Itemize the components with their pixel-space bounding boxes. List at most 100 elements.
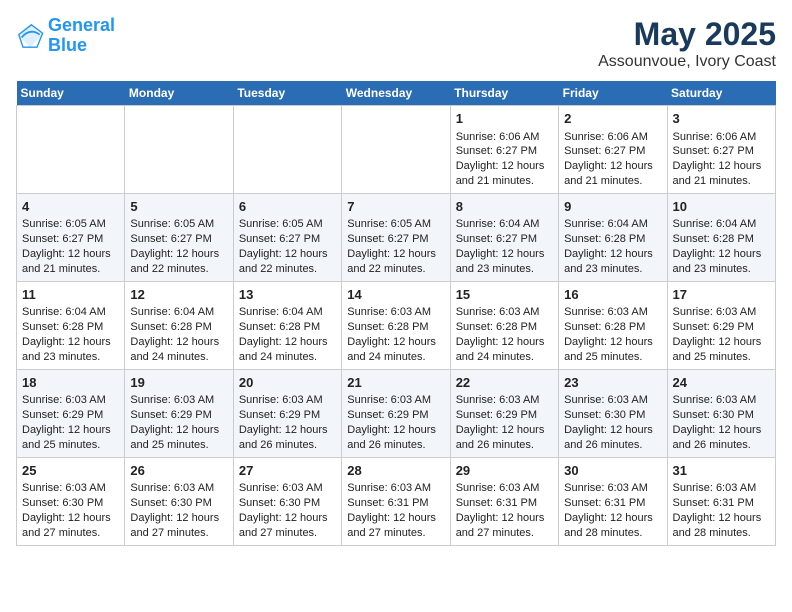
calendar-week-row: 11Sunrise: 6:04 AMSunset: 6:28 PMDayligh… [17,281,776,369]
calendar-cell: 25Sunrise: 6:03 AMSunset: 6:30 PMDayligh… [17,457,125,545]
day-info: Sunrise: 6:06 AM [456,130,553,145]
day-info: Sunset: 6:29 PM [347,408,444,423]
day-number: 31 [673,462,770,480]
day-number: 16 [564,286,661,304]
day-info: Daylight: 12 hours [673,511,770,526]
day-info: Daylight: 12 hours [673,423,770,438]
day-info: Daylight: 12 hours [239,247,336,262]
day-info: and 27 minutes. [456,526,553,541]
logo: General Blue [16,16,115,56]
day-info: and 25 minutes. [22,438,119,453]
day-info: Sunrise: 6:03 AM [673,305,770,320]
day-info: Sunrise: 6:06 AM [564,130,661,145]
calendar-cell: 15Sunrise: 6:03 AMSunset: 6:28 PMDayligh… [450,281,558,369]
day-info: Sunset: 6:30 PM [673,408,770,423]
day-info: and 21 minutes. [673,174,770,189]
calendar-cell: 18Sunrise: 6:03 AMSunset: 6:29 PMDayligh… [17,369,125,457]
day-info: Sunrise: 6:04 AM [130,305,227,320]
day-info: Sunrise: 6:03 AM [564,393,661,408]
day-info: Sunrise: 6:03 AM [239,481,336,496]
weekday-header: Friday [559,81,667,106]
day-number: 14 [347,286,444,304]
weekday-header: Saturday [667,81,775,106]
day-number: 9 [564,198,661,216]
day-info: Daylight: 12 hours [22,247,119,262]
day-info: and 23 minutes. [456,262,553,277]
day-info: and 24 minutes. [347,350,444,365]
day-number: 8 [456,198,553,216]
calendar-cell: 11Sunrise: 6:04 AMSunset: 6:28 PMDayligh… [17,281,125,369]
day-info: Sunset: 6:28 PM [347,320,444,335]
day-info: Sunset: 6:30 PM [130,496,227,511]
day-info: Daylight: 12 hours [239,335,336,350]
month-title: May 2025 [598,16,776,53]
calendar-cell: 31Sunrise: 6:03 AMSunset: 6:31 PMDayligh… [667,457,775,545]
day-number: 20 [239,374,336,392]
day-info: Sunrise: 6:04 AM [22,305,119,320]
day-info: and 26 minutes. [347,438,444,453]
day-info: Daylight: 12 hours [456,247,553,262]
day-info: Sunrise: 6:05 AM [22,217,119,232]
day-info: Daylight: 12 hours [22,511,119,526]
calendar-week-row: 4Sunrise: 6:05 AMSunset: 6:27 PMDaylight… [17,193,776,281]
day-info: Sunset: 6:27 PM [456,232,553,247]
calendar-cell: 22Sunrise: 6:03 AMSunset: 6:29 PMDayligh… [450,369,558,457]
day-info: Daylight: 12 hours [130,335,227,350]
day-info: Daylight: 12 hours [239,511,336,526]
day-info: Sunrise: 6:03 AM [347,305,444,320]
calendar-cell: 29Sunrise: 6:03 AMSunset: 6:31 PMDayligh… [450,457,558,545]
day-info: and 22 minutes. [239,262,336,277]
calendar-week-row: 18Sunrise: 6:03 AMSunset: 6:29 PMDayligh… [17,369,776,457]
day-info: Sunset: 6:27 PM [130,232,227,247]
day-info: and 28 minutes. [673,526,770,541]
day-info: and 23 minutes. [22,350,119,365]
calendar-week-row: 1Sunrise: 6:06 AMSunset: 6:27 PMDaylight… [17,106,776,194]
day-number: 28 [347,462,444,480]
day-info: Daylight: 12 hours [673,159,770,174]
day-info: and 27 minutes. [347,526,444,541]
calendar-cell: 6Sunrise: 6:05 AMSunset: 6:27 PMDaylight… [233,193,341,281]
day-info: Sunset: 6:28 PM [456,320,553,335]
day-info: Daylight: 12 hours [564,159,661,174]
day-info: and 26 minutes. [673,438,770,453]
calendar-cell: 27Sunrise: 6:03 AMSunset: 6:30 PMDayligh… [233,457,341,545]
day-info: Sunset: 6:31 PM [456,496,553,511]
day-info: Sunrise: 6:03 AM [22,481,119,496]
day-info: Daylight: 12 hours [130,511,227,526]
day-info: and 22 minutes. [347,262,444,277]
calendar-cell: 16Sunrise: 6:03 AMSunset: 6:28 PMDayligh… [559,281,667,369]
day-info: Sunset: 6:31 PM [564,496,661,511]
day-info: and 27 minutes. [130,526,227,541]
calendar-cell [17,106,125,194]
day-number: 6 [239,198,336,216]
day-number: 24 [673,374,770,392]
day-info: Daylight: 12 hours [239,423,336,438]
calendar-cell: 2Sunrise: 6:06 AMSunset: 6:27 PMDaylight… [559,106,667,194]
day-info: Sunset: 6:27 PM [456,144,553,159]
day-info: Sunset: 6:28 PM [239,320,336,335]
day-info: Sunrise: 6:04 AM [239,305,336,320]
day-number: 10 [673,198,770,216]
calendar-cell: 26Sunrise: 6:03 AMSunset: 6:30 PMDayligh… [125,457,233,545]
day-number: 27 [239,462,336,480]
calendar-cell: 17Sunrise: 6:03 AMSunset: 6:29 PMDayligh… [667,281,775,369]
calendar-cell: 20Sunrise: 6:03 AMSunset: 6:29 PMDayligh… [233,369,341,457]
day-info: Daylight: 12 hours [347,247,444,262]
day-info: and 23 minutes. [673,262,770,277]
day-info: Sunset: 6:29 PM [673,320,770,335]
day-info: Sunset: 6:27 PM [347,232,444,247]
day-info: Sunset: 6:29 PM [22,408,119,423]
title-block: May 2025 Assounvoue, Ivory Coast [598,16,776,71]
day-info: Daylight: 12 hours [456,511,553,526]
calendar-week-row: 25Sunrise: 6:03 AMSunset: 6:30 PMDayligh… [17,457,776,545]
day-info: Daylight: 12 hours [347,423,444,438]
day-info: Sunrise: 6:03 AM [130,481,227,496]
day-number: 23 [564,374,661,392]
day-info: Daylight: 12 hours [456,159,553,174]
day-info: Sunset: 6:27 PM [564,144,661,159]
day-info: and 25 minutes. [130,438,227,453]
calendar-table: SundayMondayTuesdayWednesdayThursdayFrid… [16,81,776,546]
day-number: 11 [22,286,119,304]
day-number: 13 [239,286,336,304]
day-info: Daylight: 12 hours [347,511,444,526]
